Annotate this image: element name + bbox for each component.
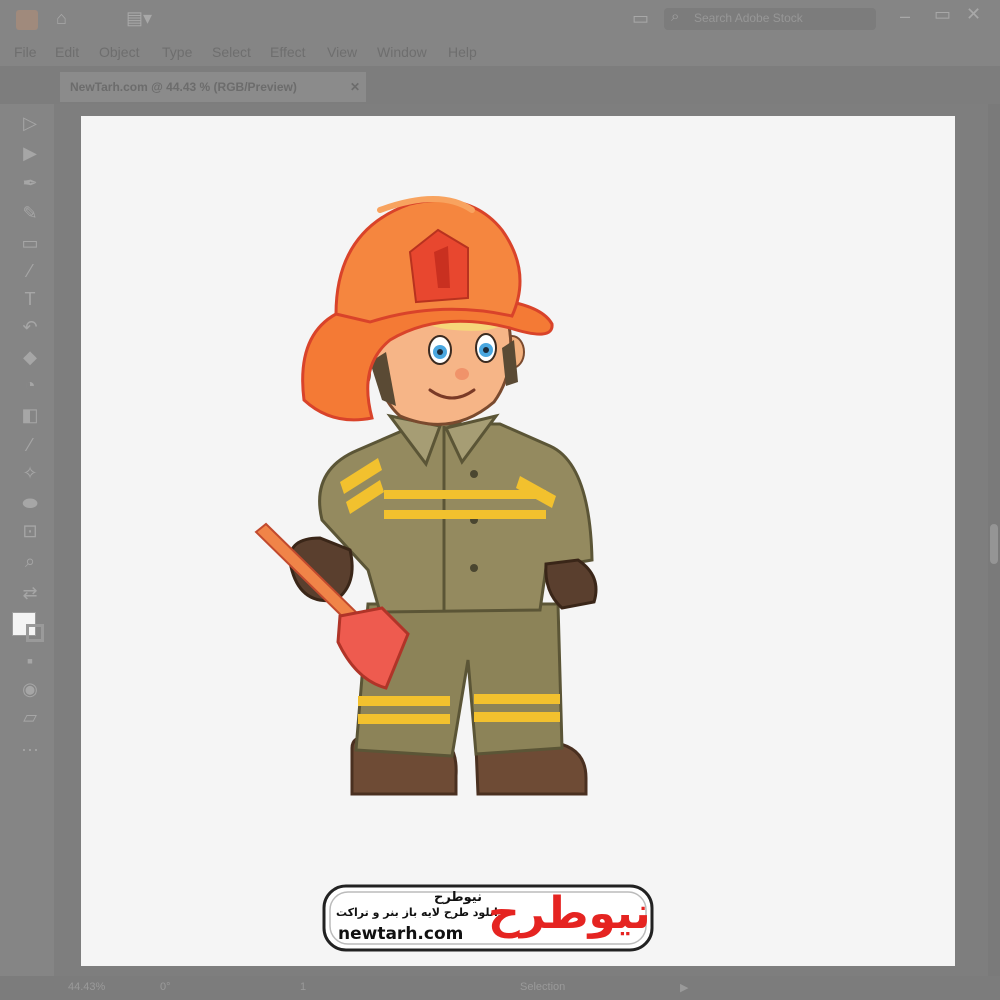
screen-mode-icon[interactable]: ▱ — [18, 706, 42, 728]
direct-selection-tool-icon[interactable]: ▶ — [18, 142, 42, 164]
logo-url: newtarh.com — [338, 924, 464, 944]
vertical-scrollbar[interactable] — [988, 104, 1000, 976]
artboard-tool-icon[interactable]: ⊡ — [18, 520, 42, 542]
tools-panel: ▷ ▶ ✒ ✎ ▭ ⁄ T ↶ ◆ ◔ ◧ ⁄ ✧ ⬬ ⊡ ⌕ ⇄ ▪ ◉ ▱ … — [0, 104, 54, 984]
close-tab-icon[interactable]: ✕ — [350, 80, 360, 94]
curvature-tool-icon[interactable]: ✎ — [18, 202, 42, 224]
eyedropper-tool-icon[interactable]: ⁄ — [18, 434, 42, 456]
firefighter-illustration[interactable] — [240, 190, 620, 810]
logo-tagline: دانلود طرح لایه باز بنر و تراکت — [336, 906, 504, 919]
maximize-icon[interactable]: ▭ — [934, 4, 951, 25]
shape-builder-tool-icon[interactable]: ◔ — [18, 374, 42, 396]
home-icon[interactable]: ⌂ — [56, 8, 67, 29]
blend-tool-icon[interactable]: ✧ — [18, 462, 42, 484]
menu-effect[interactable]: Effect — [270, 44, 306, 60]
selection-tool-icon[interactable]: ▷ — [18, 112, 42, 134]
pen-tool-icon[interactable]: ✒ — [18, 172, 42, 194]
minimize-icon[interactable]: – — [900, 6, 910, 27]
eraser-tool-icon[interactable]: ◆ — [18, 346, 42, 368]
drawing-mode-icon[interactable]: ◉ — [18, 678, 42, 700]
color-mode-icon[interactable]: ▪ — [18, 650, 42, 672]
app-logo-icon[interactable] — [16, 10, 38, 30]
scrollbar-thumb[interactable] — [990, 524, 998, 564]
more-tools-icon[interactable]: ··· — [18, 738, 42, 760]
menu-window[interactable]: Window — [377, 44, 427, 60]
zoom-tool-icon[interactable]: ⌕ — [18, 550, 42, 572]
stroke-color-swatch[interactable] — [26, 624, 44, 642]
artboard-number[interactable]: 1 — [300, 981, 306, 993]
current-tool: Selection — [520, 981, 566, 993]
rectangle-tool-icon[interactable]: ▭ — [18, 232, 42, 254]
menu-file[interactable]: File — [14, 44, 37, 60]
rotate-tool-icon[interactable]: ↶ — [18, 316, 42, 338]
close-icon[interactable]: ✕ — [966, 4, 981, 25]
zoom-level[interactable]: 44.43% — [68, 981, 105, 993]
search-icon: ⌕ — [671, 8, 680, 25]
menu-select[interactable]: Select — [212, 44, 251, 60]
logo-mark: نیوطرح — [488, 888, 651, 939]
document-tab-label: NewTarh.com @ 44.43 % (RGB/Preview) — [70, 80, 297, 94]
menu-bar — [0, 40, 1000, 66]
menu-view[interactable]: View — [327, 44, 357, 60]
symbol-sprayer-tool-icon[interactable]: ⬬ — [18, 492, 42, 514]
menu-object[interactable]: Object — [99, 44, 139, 60]
newtarh-logo-banner: نیوطرح دانلود طرح لایه باز بنر و تراکت n… — [322, 884, 654, 952]
swap-colors-icon[interactable]: ⇄ — [18, 582, 42, 604]
menu-type[interactable]: Type — [162, 44, 192, 60]
type-tool-icon[interactable]: T — [18, 288, 42, 310]
status-play-icon[interactable]: ▶ — [680, 981, 688, 994]
document-tab[interactable]: NewTarh.com @ 44.43 % (RGB/Preview) ✕ — [60, 72, 366, 102]
gradient-tool-icon[interactable]: ◧ — [18, 404, 42, 426]
status-bar: 44.43% 0° 1 Selection ▶ — [0, 976, 1000, 1000]
menu-edit[interactable]: Edit — [55, 44, 79, 60]
logo-brand-text: نیوطرح — [433, 890, 482, 905]
rotation-value[interactable]: 0° — [160, 981, 171, 993]
paintbrush-tool-icon[interactable]: ⁄ — [18, 260, 42, 282]
search-input[interactable]: ⌕ Search Adobe Stock — [664, 8, 876, 30]
menu-help[interactable]: Help — [448, 44, 477, 60]
workspace-switcher-icon[interactable]: ▤▾ — [126, 8, 152, 29]
arrange-documents-icon[interactable]: ▭ — [632, 8, 649, 29]
